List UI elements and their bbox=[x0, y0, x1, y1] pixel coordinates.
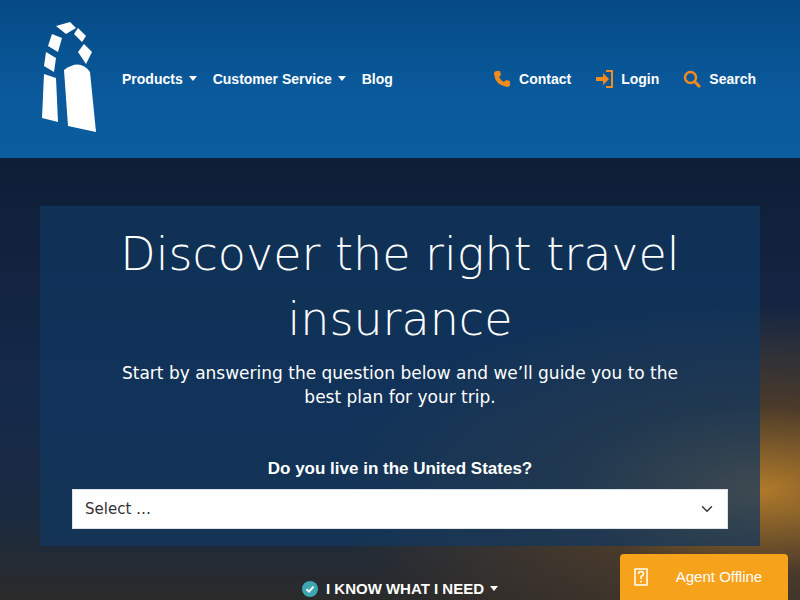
header-action[interactable]: Search bbox=[683, 69, 756, 90]
know-label[interactable]: I KNOW WHAT I NEED bbox=[326, 578, 498, 600]
hero-title: Discover the right travel insurance bbox=[72, 222, 728, 353]
help-icon bbox=[634, 568, 648, 586]
header-action[interactable]: Login bbox=[595, 69, 659, 90]
action-label[interactable]: Login bbox=[621, 69, 659, 90]
main-nav: Products Customer Service Blog bbox=[122, 69, 393, 90]
nav-item[interactable]: Blog bbox=[362, 69, 393, 90]
header-action[interactable]: Contact bbox=[493, 69, 571, 90]
nav-item[interactable]: Products bbox=[122, 69, 197, 90]
hero-subtitle: Start by answering the question below an… bbox=[115, 361, 685, 410]
header-actions: Contact Login Search bbox=[493, 69, 756, 90]
residence-select[interactable]: Select … bbox=[72, 489, 728, 529]
site-header: Products Customer Service Blog Contact Logi… bbox=[0, 0, 800, 158]
search-icon bbox=[683, 70, 701, 88]
check-icon bbox=[302, 581, 318, 597]
hero: Discover the right travel insurance Star… bbox=[0, 158, 800, 600]
action-label[interactable]: Search bbox=[709, 69, 756, 90]
chat-label[interactable]: Agent Offline bbox=[664, 566, 774, 589]
nav-item[interactable]: Customer Service bbox=[213, 69, 346, 90]
action-label[interactable]: Contact bbox=[519, 69, 571, 90]
phone-icon bbox=[493, 70, 511, 88]
finder-panel: Discover the right travel insurance Star… bbox=[40, 206, 760, 546]
login-icon bbox=[595, 70, 613, 88]
chat-widget[interactable]: Agent Offline bbox=[620, 554, 788, 600]
residence-question: Do you live in the United States? bbox=[72, 456, 728, 482]
logo-icon[interactable] bbox=[42, 22, 98, 136]
